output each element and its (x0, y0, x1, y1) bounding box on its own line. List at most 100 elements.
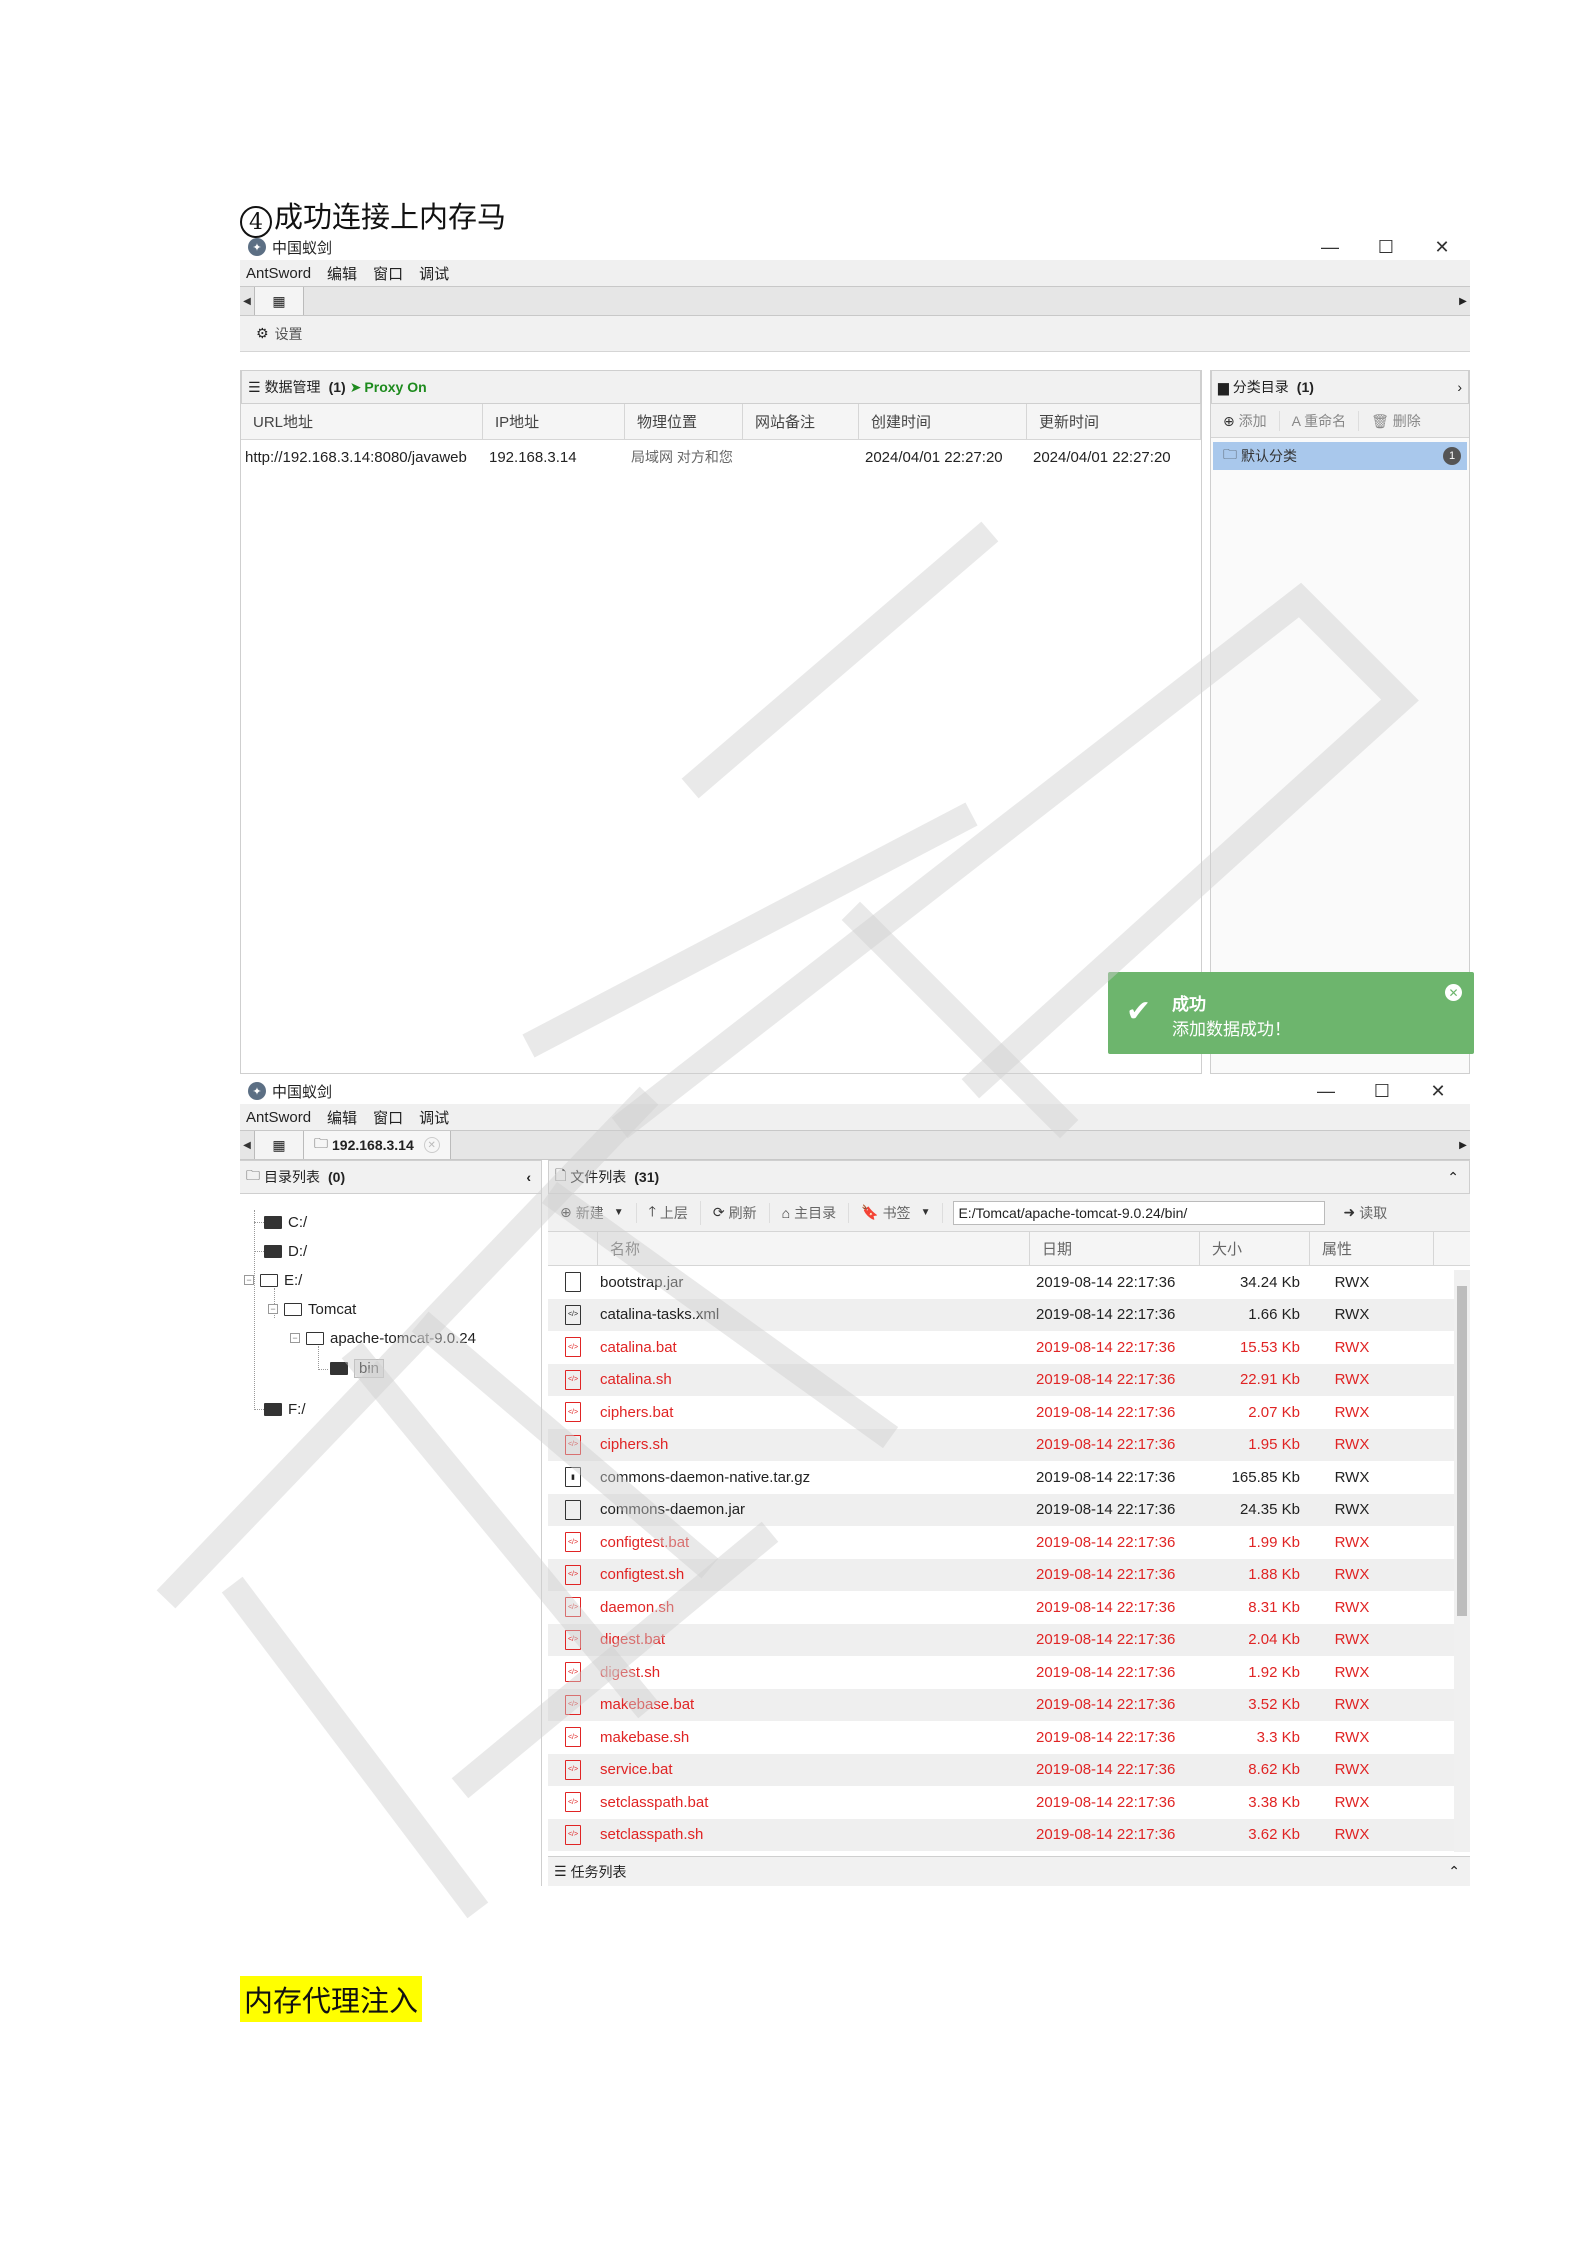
home-button[interactable]: ⌂ 主目录 (770, 1202, 850, 1223)
minimize-button[interactable]: — (1302, 237, 1358, 258)
file-row[interactable]: bootstrap.jar 2019-08-14 22:17:36 34.24 Kb… (548, 1266, 1470, 1299)
col-url[interactable]: URL地址 (241, 404, 483, 439)
caret-down-icon: ▼ (920, 1207, 931, 1218)
file-row[interactable]: </> service.bat 2019-08-14 22:17:36 8.62 Kb… (548, 1753, 1470, 1786)
tab-close-icon[interactable]: ✕ (423, 1137, 440, 1153)
file-row[interactable]: commons-daemon.jar 2019-08-14 22:17:36 24.… (548, 1493, 1470, 1526)
maximize-button[interactable]: ☐ (1354, 1081, 1410, 1102)
col-icon (548, 1232, 598, 1265)
up-button[interactable]: 🡑 上层 (637, 1200, 701, 1225)
tree-node-c[interactable]: C:/ (264, 1211, 307, 1233)
menu-debug[interactable]: 调试 (419, 263, 449, 284)
col-created[interactable]: 创建时间 (859, 404, 1027, 439)
file-attr: RWX (1334, 1468, 1370, 1486)
scrollbar-thumb[interactable] (1457, 1286, 1467, 1616)
tab-scroll-left-icon[interactable]: ◀ (240, 1140, 254, 1151)
add-label: 添加 (1238, 412, 1267, 429)
file-icon-cell: </> (548, 1564, 598, 1585)
col-date[interactable]: 日期 (1030, 1232, 1200, 1265)
folder-icon (264, 1215, 282, 1229)
directory-panel-label: 目录列表 (264, 1169, 320, 1185)
bookmark-button[interactable]: 🔖 书签 ▼ (849, 1202, 944, 1223)
rename-category-button[interactable]: A 重命名 (1278, 410, 1358, 431)
chevron-left-icon[interactable]: ‹ (526, 1169, 531, 1185)
file-panel-header: 🗋 文件列表 (31) ⌃ (548, 1160, 1470, 1194)
file-icon-cell: </> (548, 1402, 598, 1423)
file-size: 1.95 Kb (1248, 1436, 1300, 1454)
file-row[interactable]: </> digest.sh 2019-08-14 22:17:36 1.92 Kb RW… (548, 1656, 1470, 1689)
refresh-button[interactable]: ⟳ 刷新 (701, 1202, 770, 1223)
data-panel: ☰ 数据管理 (1) ➤ Proxy On URL地址 IP地址 物理位置 网站… (240, 370, 1202, 1074)
file-row[interactable]: </> ciphers.sh 2019-08-14 22:17:36 1.95 Kb R… (548, 1428, 1470, 1461)
read-button[interactable]: ➜ 读取 (1331, 1203, 1399, 1223)
file-row[interactable]: </> setclasspath.sh 2019-08-14 22:17:36 3.6… (548, 1818, 1470, 1851)
close-button[interactable]: ✕ (1414, 237, 1470, 258)
file-attr: RWX (1334, 1826, 1370, 1844)
tab-host[interactable]: 🗀 192.168.3.14 ✕ (304, 1131, 451, 1159)
folder-icon: ▆ (1218, 378, 1229, 395)
menu-window[interactable]: 窗口 (373, 263, 403, 284)
menu-window[interactable]: 窗口 (373, 1107, 403, 1128)
trash-icon: 🗑 (1371, 412, 1389, 429)
col-ip[interactable]: IP地址 (483, 404, 625, 439)
menu-debug[interactable]: 调试 (419, 1107, 449, 1128)
cell-url: http://192.168.3.14:8080/javaweb (245, 448, 467, 466)
chevron-right-icon[interactable]: › (1457, 379, 1462, 395)
chevron-up-icon[interactable]: ⌃ (1447, 1169, 1459, 1186)
tab-home[interactable]: ▦ (254, 287, 304, 315)
file-row[interactable]: </> configtest.bat 2019-08-14 22:17:36 1.99… (548, 1526, 1470, 1559)
file-row[interactable]: </> configtest.sh 2019-08-14 22:17:36 1.88 … (548, 1558, 1470, 1591)
col-name[interactable]: 名称 (598, 1232, 1030, 1265)
minimize-button[interactable]: — (1298, 1081, 1354, 1102)
col-attr[interactable]: 属性 (1310, 1232, 1434, 1265)
table-row[interactable]: http://192.168.3.14:8080/javaweb 192.168… (241, 440, 1201, 474)
caret-down-icon: ▼ (613, 1207, 624, 1218)
category-item-default[interactable]: 🗀 默认分类 1 (1213, 442, 1467, 470)
tab-scroll-left-icon[interactable]: ◀ (240, 296, 254, 307)
code-file-icon: </> (565, 1434, 581, 1455)
path-input[interactable]: E:/Tomcat/apache-tomcat-9.0.24/bin/ (953, 1200, 1326, 1225)
add-category-button[interactable]: ⊕ 添加 (1211, 411, 1279, 431)
col-size[interactable]: 大小 (1200, 1232, 1310, 1265)
tree-node-bin[interactable]: bin (330, 1357, 385, 1379)
tree-node-tomcat[interactable]: − Tomcat (268, 1298, 356, 1320)
file-row[interactable]: </> catalina.bat 2019-08-14 22:17:36 15.53 … (548, 1331, 1470, 1364)
list-icon: ☰ (554, 1863, 567, 1879)
tab-home[interactable]: ▦ (254, 1131, 304, 1159)
file-row[interactable]: ▮ commons-daemon-native.tar.gz 2019-08-14 … (548, 1461, 1470, 1494)
collapse-icon[interactable]: − (290, 1333, 300, 1343)
file-scrollbar[interactable] (1454, 1270, 1470, 1852)
file-row[interactable]: </> ciphers.bat 2019-08-14 22:17:36 2.07 Kb… (548, 1396, 1470, 1429)
file-row[interactable]: </> catalina.sh 2019-08-14 22:17:36 22.91 K… (548, 1363, 1470, 1396)
file-row[interactable]: </> catalina-tasks.xml 2019-08-14 22:17:36… (548, 1298, 1470, 1331)
chevron-up-icon[interactable]: ⌃ (1448, 1863, 1460, 1880)
col-note[interactable]: 网站备注 (743, 404, 859, 439)
settings-link[interactable]: 设置 (275, 324, 303, 344)
folder-open-icon (260, 1273, 278, 1287)
menu-antsword[interactable]: AntSword (246, 1109, 311, 1126)
close-button[interactable]: ✕ (1410, 1081, 1466, 1102)
menu-antsword[interactable]: AntSword (246, 265, 311, 282)
maximize-button[interactable]: ☐ (1358, 237, 1414, 258)
tab-scroll-right-icon[interactable]: ▶ (1456, 296, 1470, 307)
delete-category-button[interactable]: 🗑 删除 (1358, 410, 1433, 431)
tree-node-f[interactable]: F:/ (264, 1398, 306, 1420)
menu-edit[interactable]: 编辑 (327, 263, 357, 284)
file-attr: RWX (1334, 1663, 1370, 1681)
tree-node-d[interactable]: D:/ (264, 1240, 307, 1262)
tree-label: Tomcat (308, 1300, 357, 1318)
menu-edit[interactable]: 编辑 (327, 1107, 357, 1128)
file-row[interactable]: </> daemon.sh 2019-08-14 22:17:36 8.31 Kb RW… (548, 1591, 1470, 1624)
file-row[interactable]: </> makebase.sh 2019-08-14 22:17:36 3.3 Kb R… (548, 1721, 1470, 1754)
file-row[interactable]: </> setclasspath.bat 2019-08-14 22:17:36 3.… (548, 1786, 1470, 1819)
file-row[interactable]: </> digest.bat 2019-08-14 22:17:36 2.04 Kb R… (548, 1623, 1470, 1656)
toast-close-icon[interactable]: ✕ (1445, 984, 1462, 1001)
delete-label: 删除 (1392, 412, 1421, 429)
collapse-icon[interactable]: − (244, 1275, 254, 1285)
file-row[interactable]: </> makebase.bat 2019-08-14 22:17:36 3.52 K… (548, 1688, 1470, 1721)
collapse-icon[interactable]: − (268, 1304, 278, 1314)
col-updated[interactable]: 更新时间 (1027, 404, 1201, 439)
col-location[interactable]: 物理位置 (625, 404, 743, 439)
tab-scroll-right-icon[interactable]: ▶ (1456, 1140, 1470, 1151)
new-button[interactable]: ⊕ 新建 ▼ (548, 1202, 637, 1223)
